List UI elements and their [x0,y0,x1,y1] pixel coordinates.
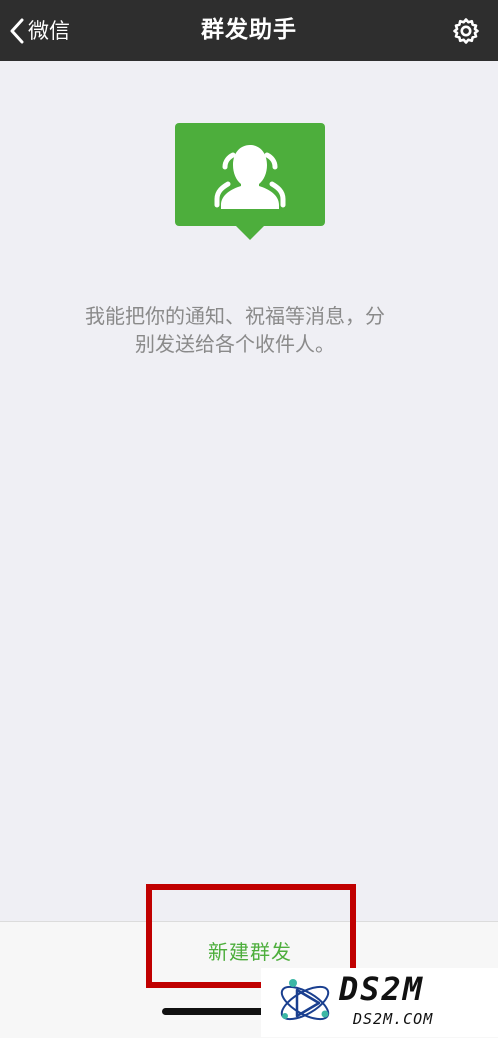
page-title: 群发助手 [201,17,297,43]
watermark-title: DS2M [339,970,425,1008]
watermark-orbit-icon [280,979,330,1021]
watermark-logo: DS2M DS2M.COM [261,968,498,1037]
settings-button[interactable] [452,17,480,45]
description-text: 我能把你的通知、祝福等消息，分别发送给各个收件人。 [85,304,385,356]
watermark-subtitle: DS2M.COM [353,1010,434,1028]
group-contacts-icon [175,123,325,241]
navigation-bar: 微信 群发助手 [0,0,498,61]
gear-icon [453,18,479,44]
